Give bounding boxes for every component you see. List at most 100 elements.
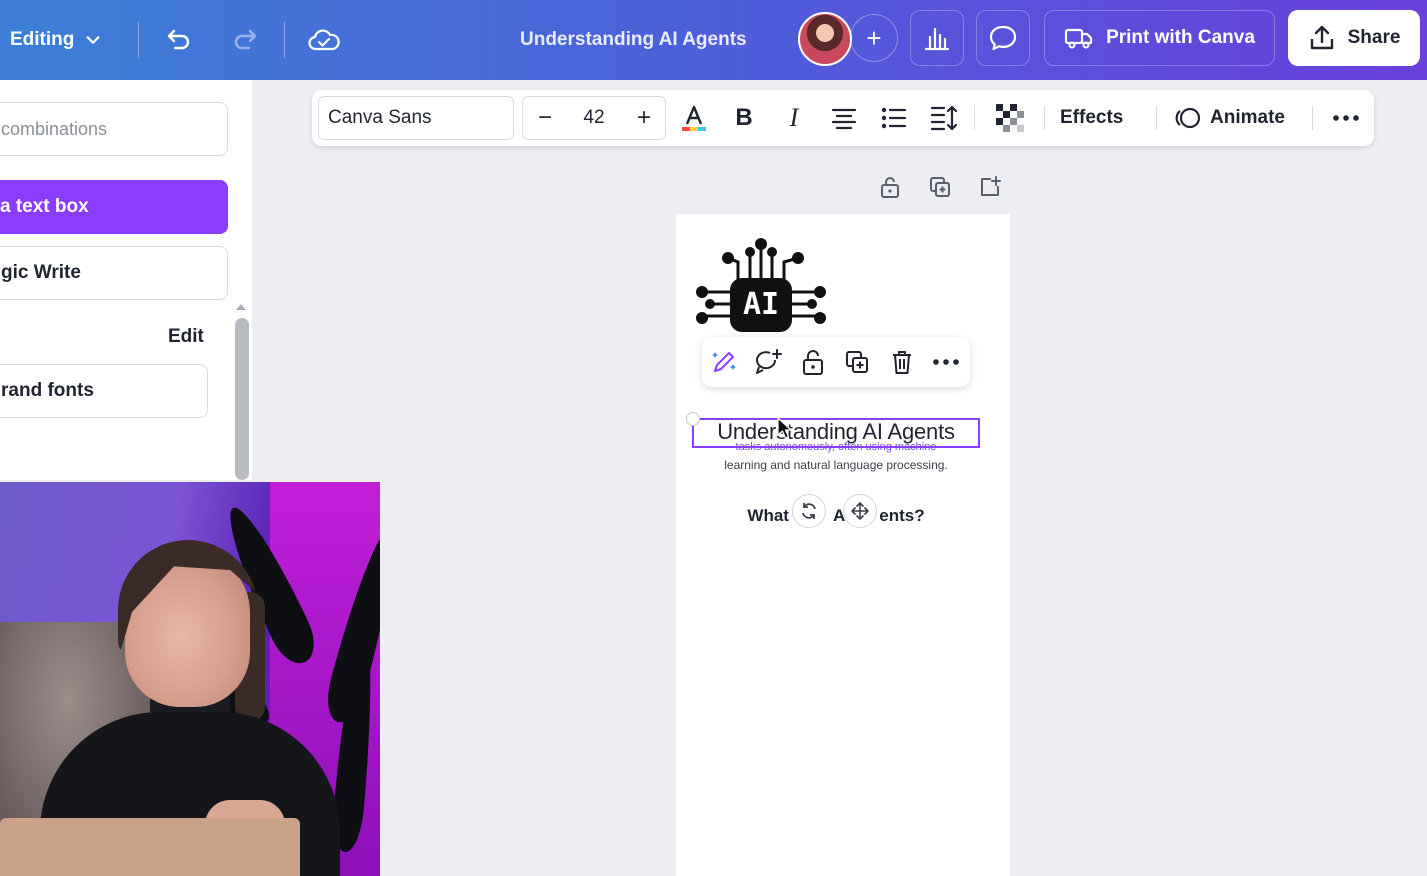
avatar[interactable] [798,12,852,66]
text-format-toolbar: Canva Sans − 42 + B I Effects Animate [312,90,1374,146]
text-color-button[interactable] [676,100,712,136]
bold-icon: B [735,104,753,131]
italic-icon: I [789,103,799,132]
bullet-list-icon [881,107,907,129]
plus-icon: + [866,22,882,53]
transparency-button[interactable] [992,100,1028,136]
duplicate-element-button[interactable] [839,344,875,380]
divider [1312,106,1313,130]
subheading-part: What [747,506,789,525]
element-context-toolbar [702,337,970,387]
brand-kit-edit-link[interactable]: Edit [168,326,204,348]
title-text-element[interactable]: Understanding AI Agents [694,419,978,447]
comment-element-button[interactable] [750,344,786,380]
rotate-icon [802,503,816,519]
redo-icon [234,29,257,50]
cloud-check-icon [308,29,340,51]
effects-button[interactable]: Effects [1060,100,1123,136]
increase-font-size-button[interactable]: + [632,96,656,140]
add-text-box-label: a text box [0,196,89,217]
add-page-button[interactable] [975,172,1005,202]
editing-label: Editing [10,29,75,50]
panel-scrollbar[interactable] [232,304,250,480]
line-spacing-icon [930,105,958,131]
subheading-text[interactable]: What Aents? [700,506,972,528]
lock-element-button[interactable] [795,344,831,380]
element-more-button[interactable] [928,344,964,380]
decrease-font-size-button[interactable]: − [533,96,557,140]
share-label: Share [1347,27,1401,48]
scrollbar-thumb[interactable] [235,318,249,480]
transparency-icon [996,104,1024,132]
more-icon [933,359,959,365]
bold-button[interactable]: B [726,100,762,136]
animate-label: Animate [1210,107,1285,128]
comment-plus-icon [756,349,782,374]
duplicate-icon [846,351,868,373]
search-input[interactable]: combinations [0,102,228,156]
brand-fonts-label: rand fonts [1,380,94,401]
bar-chart-icon [924,27,950,51]
print-label: Print with Canva [1106,27,1255,48]
ai-logo-text: AI [743,287,779,322]
duplicate-page-button[interactable] [925,172,955,202]
spacing-button[interactable] [926,100,962,136]
editing-mode-dropdown[interactable]: Editing [10,22,102,58]
share-button[interactable]: Share [1288,10,1420,66]
italic-button[interactable]: I [776,100,812,136]
animate-button[interactable]: Animate [1174,100,1285,136]
search-placeholder: combinations [1,118,108,139]
undo-button[interactable] [160,20,198,58]
truck-icon [1064,28,1093,49]
laptop [0,818,300,876]
divider [974,106,975,130]
text-color-icon [682,105,706,131]
lock-page-button[interactable] [875,172,905,202]
divider [138,22,139,58]
delete-element-button[interactable] [884,344,920,380]
animate-icon [1175,107,1201,129]
lock-icon [803,350,823,375]
redo-button[interactable] [226,20,264,58]
divider [1156,106,1157,130]
more-icon [1333,115,1359,121]
text-align-button[interactable] [826,100,862,136]
cloud-save-button[interactable] [304,20,344,60]
add-text-box-button[interactable]: a text box [0,180,228,234]
font-family-value: Canva Sans [328,107,432,128]
top-bar: Editing Understanding AI Agents + Print … [0,0,1427,80]
font-size-input[interactable]: 42 [572,96,616,140]
font-family-dropdown[interactable]: Canva Sans [318,96,514,140]
scroll-up-arrow[interactable] [236,304,246,310]
trash-icon [893,351,911,374]
insights-button[interactable] [910,10,964,66]
rotate-handle[interactable] [792,494,826,528]
undo-icon [167,29,190,50]
brand-fonts-button[interactable]: rand fonts [0,364,208,418]
magic-pencil-icon [712,352,736,372]
upload-icon [1310,25,1333,50]
comment-button[interactable] [976,10,1030,66]
document-title[interactable]: Understanding AI Agents [520,24,747,56]
body-text[interactable]: learning and natural language processing… [700,458,972,473]
subheading-part: ents? [879,506,925,525]
duplicate-icon [930,177,950,197]
print-with-canva-button[interactable]: Print with Canva [1044,10,1275,66]
magic-edit-button[interactable] [706,344,742,380]
chevron-down-icon [86,36,100,44]
magic-write-button[interactable]: gic Write [0,246,228,300]
add-collaborator-button[interactable]: + [850,14,898,62]
more-options-button[interactable] [1328,100,1364,136]
webcam-overlay [0,482,380,876]
add-page-icon [981,176,1001,196]
mouse-cursor-icon [777,417,792,439]
move-handle[interactable] [843,494,877,528]
divider [1044,106,1045,130]
list-button[interactable] [876,100,912,136]
divider [284,22,285,58]
magic-write-label: gic Write [1,262,81,283]
align-center-icon [831,108,857,130]
move-icon [851,502,869,520]
comment-icon [989,25,1017,51]
ai-chip-logo[interactable]: AI [690,236,832,336]
